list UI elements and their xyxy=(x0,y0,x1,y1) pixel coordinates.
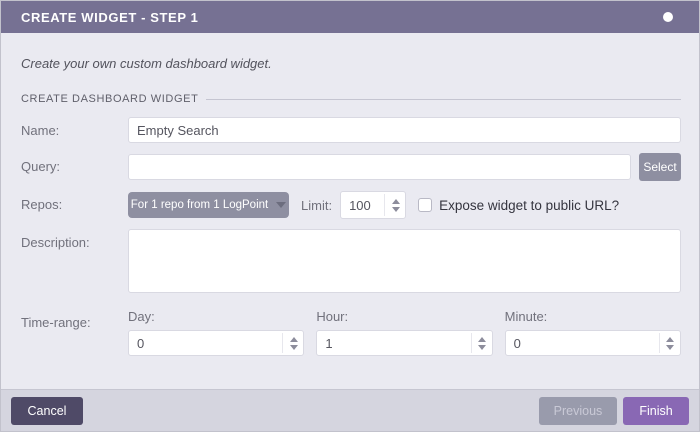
section-header: CREATE DASHBOARD WIDGET xyxy=(21,93,681,105)
create-widget-dialog: CREATE WIDGET - STEP 1 Create your own c… xyxy=(0,0,700,432)
dialog-header: CREATE WIDGET - STEP 1 xyxy=(1,1,699,33)
arrow-down-icon xyxy=(290,345,298,350)
hour-input[interactable] xyxy=(316,330,492,356)
time-range-label: Time-range: xyxy=(21,309,128,356)
minute-label: Minute: xyxy=(505,309,681,324)
section-divider xyxy=(206,99,681,100)
description-textarea[interactable] xyxy=(128,229,681,293)
header-circle-icon[interactable] xyxy=(663,12,673,22)
query-select-button[interactable]: Select xyxy=(639,153,681,181)
arrow-down-icon xyxy=(478,345,486,350)
arrow-up-icon xyxy=(666,337,674,342)
expose-checkbox[interactable] xyxy=(418,198,432,212)
limit-label: Limit: xyxy=(301,198,332,213)
time-range-row: Time-range: Day: Hour: xyxy=(21,309,681,356)
up-down-arrows-icon[interactable] xyxy=(384,194,406,216)
query-label: Query: xyxy=(21,153,128,181)
dialog-title: CREATE WIDGET - STEP 1 xyxy=(21,10,198,25)
up-down-arrows-icon[interactable] xyxy=(282,333,304,353)
dialog-footer: Cancel Previous Finish xyxy=(1,389,699,431)
name-input[interactable] xyxy=(128,117,681,143)
arrow-up-icon xyxy=(290,337,298,342)
repos-dropdown-value: For 1 repo from 1 LogPoint xyxy=(131,199,268,211)
section-title: CREATE DASHBOARD WIDGET xyxy=(21,93,198,105)
day-spinner xyxy=(128,330,304,356)
expose-checkbox-label: Expose widget to public URL? xyxy=(439,198,619,213)
description-row: Description: xyxy=(21,229,681,293)
dialog-body: Create your own custom dashboard widget.… xyxy=(1,56,699,356)
name-label: Name: xyxy=(21,117,128,143)
time-col-hour: Hour: xyxy=(316,309,492,356)
arrow-up-icon xyxy=(392,199,400,204)
day-label: Day: xyxy=(128,309,304,324)
previous-button[interactable]: Previous xyxy=(539,397,617,425)
query-row: Query: Select xyxy=(21,153,681,181)
limit-spinner xyxy=(340,191,406,219)
up-down-arrows-icon[interactable] xyxy=(659,333,681,353)
query-input[interactable] xyxy=(128,154,631,180)
day-input[interactable] xyxy=(128,330,304,356)
repos-row: Repos: For 1 repo from 1 LogPoint Limit:… xyxy=(21,191,681,219)
minute-spinner xyxy=(505,330,681,356)
dialog-subtitle: Create your own custom dashboard widget. xyxy=(21,56,681,71)
repos-label: Repos: xyxy=(21,191,128,219)
arrow-down-icon xyxy=(392,207,400,212)
chevron-down-icon xyxy=(276,202,286,208)
arrow-up-icon xyxy=(478,337,486,342)
arrow-down-icon xyxy=(666,345,674,350)
cancel-button[interactable]: Cancel xyxy=(11,397,83,425)
up-down-arrows-icon[interactable] xyxy=(471,333,493,353)
description-label: Description: xyxy=(21,229,128,293)
finish-button[interactable]: Finish xyxy=(623,397,689,425)
hour-spinner xyxy=(316,330,492,356)
repos-dropdown[interactable]: For 1 repo from 1 LogPoint xyxy=(128,192,289,218)
time-col-minute: Minute: xyxy=(505,309,681,356)
time-col-day: Day: xyxy=(128,309,304,356)
hour-label: Hour: xyxy=(316,309,492,324)
minute-input[interactable] xyxy=(505,330,681,356)
name-row: Name: xyxy=(21,117,681,143)
